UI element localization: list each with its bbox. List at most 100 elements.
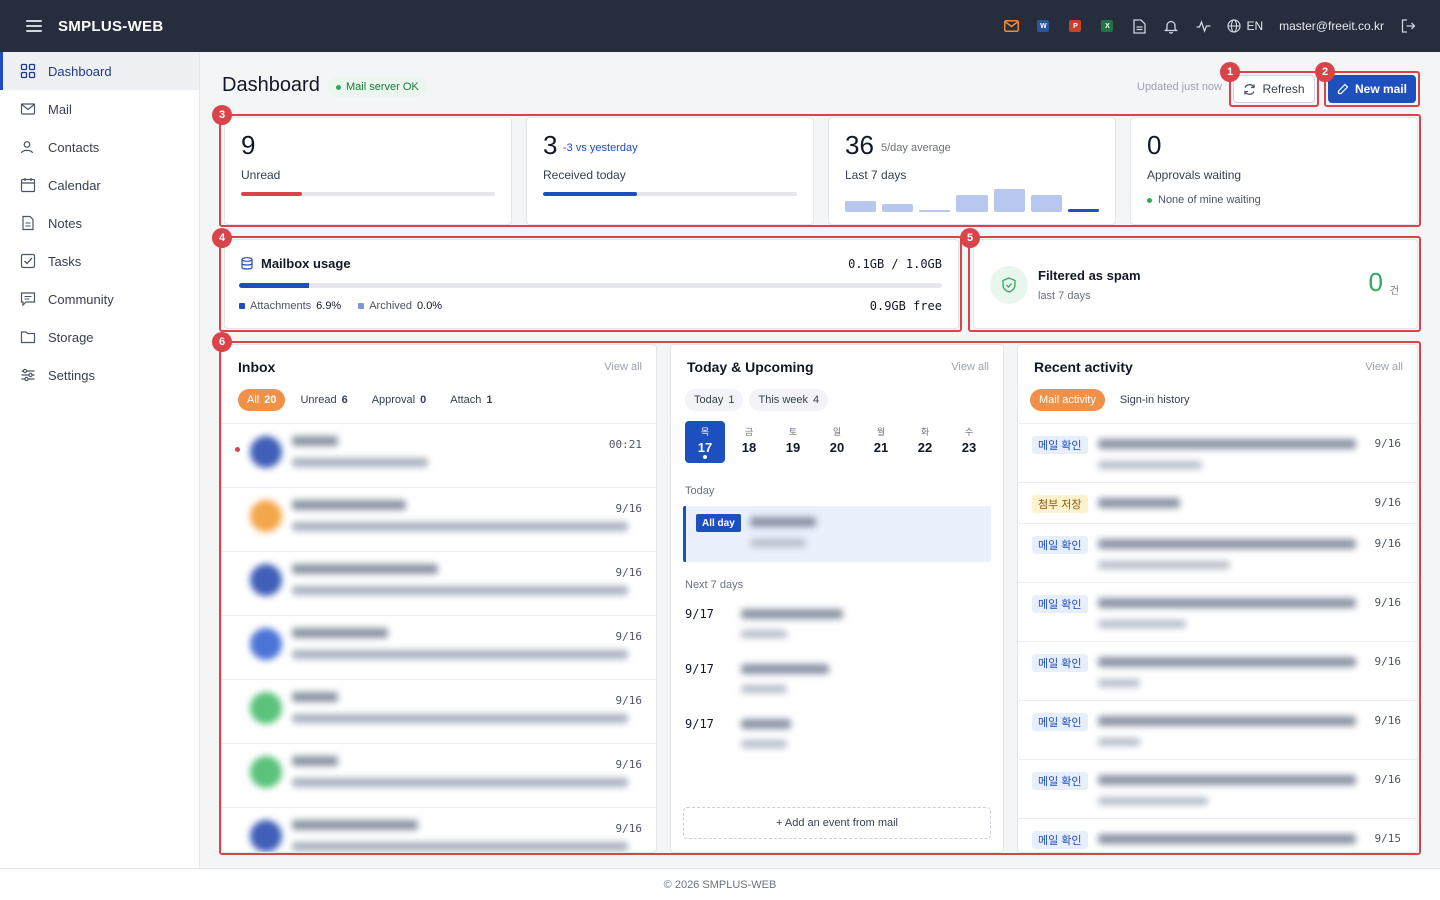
avatar (250, 564, 282, 596)
powerpoint-icon[interactable]: P (1067, 18, 1083, 34)
inbox-row[interactable]: 9/16 (222, 487, 656, 551)
tab-mail-activity[interactable]: Mail activity (1030, 389, 1105, 411)
brand-logo[interactable]: SMPLUS-WEB (58, 18, 164, 35)
upcoming-event[interactable]: 9/17 (671, 662, 1003, 710)
stat-card-approvals[interactable]: 0 Approvals waiting None of mine waiting (1130, 117, 1418, 225)
sidebar-item-community[interactable]: Community (0, 280, 199, 318)
sidebar-item-label: Storage (48, 329, 94, 345)
sender-redacted (292, 564, 438, 574)
tab-today[interactable]: Today 1 (685, 389, 744, 411)
sidebar-item-storage[interactable]: Storage (0, 318, 199, 356)
spam-card[interactable]: Filtered as spam last 7 days 0 건 (973, 239, 1418, 329)
inbox-row[interactable]: 9/16 (222, 807, 656, 852)
spark-bar (1067, 209, 1099, 212)
day-23[interactable]: 수 23 (949, 421, 989, 463)
logout-icon[interactable] (1400, 18, 1416, 34)
activity-row[interactable]: 메일 확인 9/16 (1018, 641, 1417, 700)
menu-icon[interactable] (26, 20, 42, 32)
subject-redacted (292, 714, 628, 723)
mail-icon[interactable] (1003, 18, 1019, 34)
spam-count: 0 (1368, 267, 1383, 297)
activity-tag: 메일 확인 (1032, 713, 1088, 731)
tab-approval[interactable]: Approval 0 (363, 389, 436, 411)
add-event-button[interactable]: + Add an event from mail (683, 807, 991, 839)
activity-row[interactable]: 메일 확인 9/16 (1018, 759, 1417, 818)
tab-sign-in-history[interactable]: Sign-in history (1111, 389, 1199, 411)
tab-label: Approval (371, 394, 416, 406)
day-21[interactable]: 월 21 (861, 421, 901, 463)
sidebar-item-calendar[interactable]: Calendar (0, 166, 199, 204)
tab-count: 6 (341, 394, 348, 406)
row-time: 00:21 (608, 438, 642, 451)
received-progress (543, 192, 797, 196)
activity-row[interactable]: 메일 확인 9/16 (1018, 700, 1417, 759)
row-time: 9/16 (615, 822, 643, 835)
upcoming-event[interactable]: 9/17 (671, 607, 1003, 655)
excel-icon[interactable]: X (1099, 18, 1115, 34)
document-icon[interactable] (1131, 18, 1147, 34)
day-17[interactable]: 목 17 (685, 421, 725, 463)
inbox-row[interactable]: 00:21 (222, 423, 656, 487)
day-19[interactable]: 토 19 (773, 421, 813, 463)
avatar (250, 436, 282, 468)
inbox-view-all-link[interactable]: View all (604, 361, 642, 373)
stat-card-received[interactable]: 3 -3 vs yesterday Received today (526, 117, 814, 225)
updated-label: Updated just now (1137, 81, 1222, 93)
refresh-button[interactable]: Refresh (1233, 75, 1315, 103)
activity-time: 9/15 (1374, 832, 1402, 845)
sidebar-item-settings[interactable]: Settings (0, 356, 199, 394)
activity-detail-redacted (1098, 738, 1140, 746)
avatar (250, 756, 282, 788)
database-icon (241, 257, 253, 270)
sidebar-item-contacts[interactable]: Contacts (0, 128, 199, 166)
new-mail-button[interactable]: New mail (1328, 75, 1416, 103)
sidebar-item-notes[interactable]: Notes (0, 204, 199, 242)
agenda-view-all-link[interactable]: View all (951, 361, 989, 373)
subject-redacted (292, 778, 628, 787)
stat-card-unread[interactable]: 9 Unread (224, 117, 512, 225)
tab-attach[interactable]: Attach 1 (441, 389, 501, 411)
attachments-label: Attachments (250, 300, 312, 312)
tab-this-week[interactable]: This week 4 (749, 389, 829, 411)
main-content: Dashboard Mail server OK Updated just no… (200, 52, 1440, 868)
user-email[interactable]: master@freeit.co.kr (1279, 19, 1384, 33)
activity-row[interactable]: 메일 확인 9/16 (1018, 423, 1417, 482)
sidebar-item-label: Contacts (48, 139, 100, 155)
weekday-label: 토 (788, 427, 798, 437)
activity-row[interactable]: 첨부 저장 9/16 (1018, 482, 1417, 523)
weekday-label: 목 (700, 427, 710, 437)
activity-time: 9/16 (1374, 596, 1402, 609)
inbox-row[interactable]: 9/16 (222, 615, 656, 679)
day-20[interactable]: 일 20 (817, 421, 857, 463)
weekday-label: 일 (832, 427, 842, 437)
inbox-row[interactable]: 9/16 (222, 551, 656, 615)
inbox-row[interactable]: 9/16 (222, 679, 656, 743)
tab-all[interactable]: All 20 (238, 389, 286, 411)
tab-unread[interactable]: Unread 6 (291, 389, 356, 411)
spam-unit: 건 (1389, 286, 1399, 297)
sidebar-item-mail[interactable]: Mail (0, 90, 199, 128)
day-18[interactable]: 금 18 (729, 421, 769, 463)
event-title-redacted (741, 664, 829, 674)
activity-title-redacted (1098, 775, 1356, 785)
activity-row[interactable]: 메일 확인 9/15 (1018, 818, 1417, 852)
activity-title-redacted (1098, 834, 1356, 844)
bell-icon[interactable] (1163, 18, 1179, 34)
sidebar-item-tasks[interactable]: Tasks (0, 242, 199, 280)
envelope-icon (20, 103, 36, 115)
activity-view-all-link[interactable]: View all (1365, 361, 1403, 373)
language-switcher[interactable]: EN (1227, 19, 1263, 33)
activity-icon[interactable] (1195, 18, 1211, 34)
inbox-row[interactable]: 9/16 (222, 743, 656, 807)
sidebar-item-dashboard[interactable]: Dashboard (0, 52, 199, 90)
inbox-title: Inbox (238, 359, 276, 375)
activity-row[interactable]: 메일 확인 9/16 (1018, 582, 1417, 641)
event-date: 9/17 (685, 607, 714, 621)
upcoming-event[interactable]: 9/17 (671, 717, 1003, 765)
activity-row[interactable]: 메일 확인 9/16 (1018, 523, 1417, 582)
activity-time: 9/16 (1374, 537, 1402, 550)
day-22[interactable]: 화 22 (905, 421, 945, 463)
today-event[interactable]: All day (683, 506, 991, 562)
stat-card-last7[interactable]: 36 5/day average Last 7 days (828, 117, 1116, 225)
word-icon[interactable]: W (1035, 18, 1051, 34)
